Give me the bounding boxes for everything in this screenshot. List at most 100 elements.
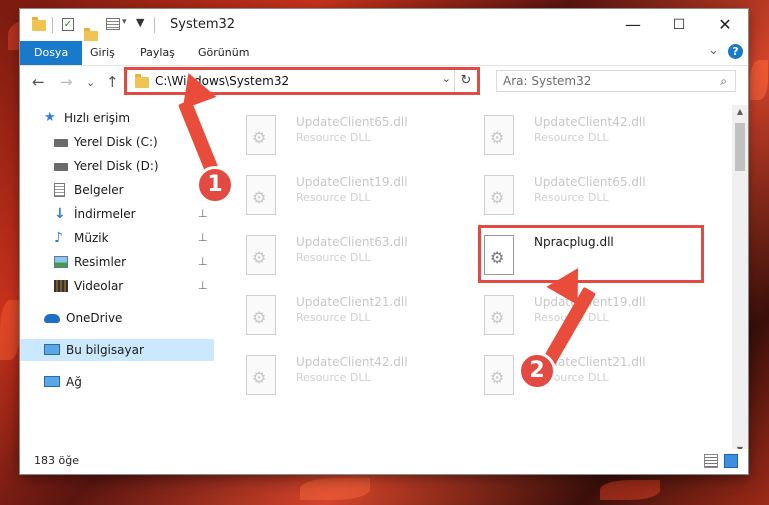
navigation-pane: ★ Hızlı erişim Yerel Disk (C:) Yerel Dis… <box>20 105 214 445</box>
large-icons-view-icon[interactable] <box>724 454 738 468</box>
file-description: Resource DLL <box>296 251 371 264</box>
sidebar-item-label: Videolar <box>74 279 124 293</box>
file-name: UpdateClient42.dll <box>534 115 646 129</box>
sidebar-item-label: OneDrive <box>66 311 123 325</box>
list-item[interactable]: UpdateClient65.dll Resource DLL <box>236 109 466 161</box>
customize-toolbar-icon[interactable]: ▼ <box>136 16 144 30</box>
maximize-button[interactable]: ☐ <box>656 9 702 41</box>
scroll-thumb[interactable] <box>735 123 745 171</box>
sidebar-item-local-disk-c[interactable]: Yerel Disk (C:) <box>20 131 214 153</box>
file-description: Resource DLL <box>534 131 609 144</box>
back-button[interactable]: ← <box>32 73 45 91</box>
file-name: UpdateClient63.dll <box>296 235 408 249</box>
search-placeholder: Ara: System32 <box>503 74 592 88</box>
folder-icon <box>32 17 46 31</box>
status-bar: 183 öğe <box>20 449 748 474</box>
sidebar-item-label: Bu bilgisayar <box>66 343 144 357</box>
file-description: Resource DLL <box>296 371 371 384</box>
sidebar-item-label: Müzik <box>74 231 109 245</box>
background-leaf <box>600 480 660 500</box>
sidebar-item-music[interactable]: ♪ Müzik ⊥ <box>20 227 214 249</box>
forward-button[interactable]: → <box>60 73 73 91</box>
sidebar-item-label: İndirmeler <box>74 207 136 221</box>
dll-file-icon <box>246 355 276 395</box>
pin-icon[interactable]: ⊥ <box>198 251 208 273</box>
network-icon <box>44 376 60 387</box>
list-view-icon[interactable] <box>106 18 120 30</box>
properties-check-icon[interactable]: ✓ <box>62 18 74 31</box>
scroll-up-icon[interactable]: ▲ <box>732 105 748 119</box>
sidebar-item-local-disk-d[interactable]: Yerel Disk (D:) <box>20 155 214 177</box>
ribbon-collapse-icon[interactable]: ⌄ <box>708 43 719 58</box>
search-icon[interactable]: ⌕ <box>720 74 727 89</box>
list-item[interactable]: UpdateClient21.dll Resource DLL <box>474 349 704 401</box>
list-item[interactable]: UpdateClient65.dll Resource DLL <box>474 169 704 221</box>
sidebar-item-network[interactable]: Ağ <box>20 371 214 393</box>
tab-file[interactable]: Dosya <box>20 41 83 65</box>
list-item[interactable]: UpdateClient21.dll Resource DLL <box>236 289 466 341</box>
recent-locations-button[interactable]: ⌄ <box>86 74 95 92</box>
list-item[interactable]: UpdateClient63.dll Resource DLL <box>236 229 466 281</box>
list-item[interactable]: UpdateClient42.dll Resource DLL <box>236 349 466 401</box>
title-bar: ✓ ▾ ▼ System32 — ☐ ✕ <box>20 9 748 42</box>
dll-file-icon <box>484 175 514 215</box>
navigation-bar: ← → ⌄ ↑ C:\Windows\System32 ⌄ ↻ Ara: Sys… <box>20 66 748 98</box>
list-item[interactable]: UpdateClient19.dll Resource DLL <box>236 169 466 221</box>
videos-icon <box>54 280 68 292</box>
file-description: Resource DLL <box>296 311 371 324</box>
tab-home[interactable]: Giriş <box>80 41 125 65</box>
music-icon: ♪ <box>54 230 63 246</box>
sidebar-item-label: Hızlı erişim <box>64 111 131 125</box>
documents-icon <box>54 183 65 197</box>
sidebar-item-this-pc[interactable]: Bu bilgisayar <box>20 339 214 361</box>
close-button[interactable]: ✕ <box>702 9 748 41</box>
background-leaf <box>300 478 370 500</box>
list-item[interactable]: UpdateClient42.dll Resource DLL <box>474 109 704 161</box>
dll-file-icon <box>246 235 276 275</box>
search-input[interactable]: Ara: System32 ⌕ <box>496 70 736 92</box>
dll-file-icon <box>484 355 514 395</box>
toolbar-divider <box>52 17 53 33</box>
file-description: Resource DLL <box>296 131 371 144</box>
toolbar-divider <box>154 17 155 33</box>
cloud-icon <box>44 314 60 323</box>
sidebar-item-pictures[interactable]: Resimler ⊥ <box>20 251 214 273</box>
computer-icon <box>44 344 60 355</box>
pin-icon[interactable]: ⊥ <box>198 227 208 249</box>
window-title: System32 <box>170 17 236 32</box>
vertical-scrollbar[interactable]: ▲ ▼ <box>732 105 748 457</box>
file-name: UpdateClient19.dll <box>296 175 408 189</box>
help-icon[interactable]: ? <box>728 44 743 59</box>
sidebar-item-onedrive[interactable]: OneDrive <box>20 307 214 329</box>
file-description: Resource DLL <box>534 191 609 204</box>
background-leaf <box>0 300 20 360</box>
pin-icon[interactable]: ⊥ <box>198 275 208 297</box>
sidebar-item-videos[interactable]: Videolar ⊥ <box>20 275 214 297</box>
sidebar-item-label: Yerel Disk (D:) <box>74 159 159 173</box>
details-view-icon[interactable] <box>704 454 718 468</box>
up-button[interactable]: ↑ <box>106 73 119 91</box>
sidebar-item-downloads[interactable]: ↓ İndirmeler ⊥ <box>20 203 214 225</box>
quick-access-dropdown-icon[interactable]: ▾ <box>122 17 127 31</box>
explorer-window: ✓ ▾ ▼ System32 — ☐ ✕ Dosya Giriş Paylaş … <box>20 9 748 474</box>
sidebar-item-label: Belgeler <box>74 183 124 197</box>
drive-icon <box>54 139 68 147</box>
item-count: 183 öğe <box>34 454 79 467</box>
download-icon: ↓ <box>54 206 66 222</box>
sidebar-item-documents[interactable]: Belgeler <box>20 179 214 201</box>
tab-view[interactable]: Görünüm <box>188 41 259 65</box>
sidebar-item-label: Yerel Disk (C:) <box>74 135 158 149</box>
pin-icon[interactable]: ⊥ <box>198 203 208 225</box>
file-name: UpdateClient42.dll <box>296 355 408 369</box>
star-icon: ★ <box>44 110 56 125</box>
file-description: Resource DLL <box>296 191 371 204</box>
step-badge-2: 2 <box>518 352 556 390</box>
tab-share[interactable]: Paylaş <box>130 41 185 65</box>
dll-file-icon <box>484 295 514 335</box>
dll-file-icon <box>246 115 276 155</box>
step-badge-1: 1 <box>196 166 234 204</box>
pictures-icon <box>54 256 68 268</box>
minimize-button[interactable]: — <box>610 9 656 41</box>
ribbon-tabs: Dosya Giriş Paylaş Görünüm ⌄ ? <box>20 41 748 66</box>
dll-file-icon <box>484 115 514 155</box>
